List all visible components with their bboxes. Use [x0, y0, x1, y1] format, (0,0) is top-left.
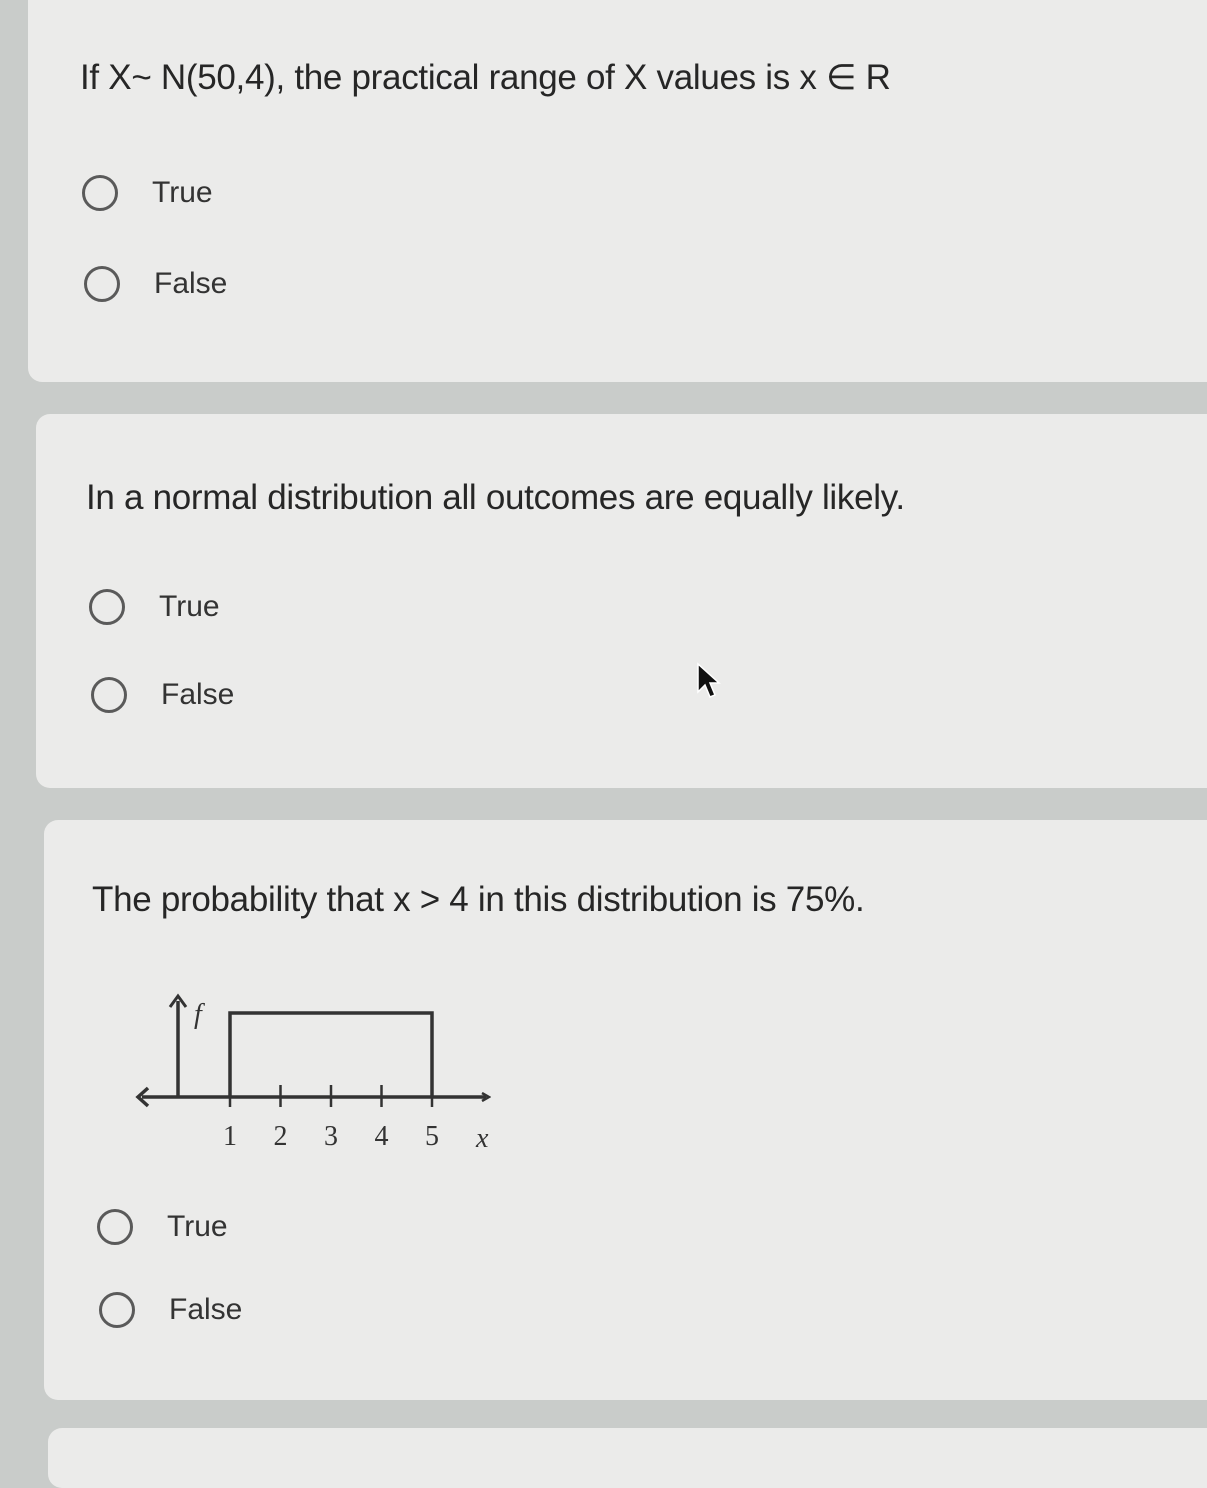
y-axis-label: f: [194, 999, 205, 1030]
question-1-option-true[interactable]: True: [82, 175, 213, 211]
radio-icon[interactable]: [89, 589, 125, 625]
radio-icon[interactable]: [91, 677, 127, 713]
question-2-option-false[interactable]: False: [91, 677, 234, 713]
option-label: False: [154, 267, 228, 300]
question-1-option-false[interactable]: False: [84, 266, 227, 302]
x-tick-label: 3: [324, 1121, 338, 1152]
density-line: [228, 1011, 434, 1097]
x-tick-label: 1: [223, 1121, 237, 1152]
question-3-option-false[interactable]: False: [99, 1292, 242, 1328]
radio-icon[interactable]: [99, 1292, 135, 1328]
arrow-cursor-icon: [697, 662, 721, 698]
radio-icon[interactable]: [84, 266, 120, 302]
radio-icon[interactable]: [97, 1209, 133, 1245]
question-2-option-true[interactable]: True: [89, 589, 220, 625]
question-2-text: In a normal distribution all outcomes ar…: [86, 478, 905, 517]
x-tick-label: 2: [274, 1121, 288, 1152]
radio-icon[interactable]: [82, 175, 118, 211]
question-3-option-true[interactable]: True: [97, 1209, 228, 1245]
x-axis-label: x: [475, 1123, 489, 1154]
question-card-4: [48, 1428, 1207, 1488]
x-tick-label: 5: [425, 1121, 439, 1152]
x-tick-label: 4: [375, 1121, 389, 1152]
question-3-text: The probability that x > 4 in this distr…: [92, 880, 865, 919]
x-ticks: 1 2 3 4 5: [223, 1085, 439, 1152]
option-label: True: [152, 176, 213, 209]
option-label: True: [159, 590, 220, 623]
uniform-distribution-chart: f 1 2 3 4 5 x: [135, 993, 510, 1154]
option-label: True: [167, 1210, 228, 1243]
question-1-text: If X~ N(50,4), the practical range of X …: [80, 58, 891, 97]
series: [228, 1011, 434, 1097]
option-label: False: [169, 1293, 243, 1326]
option-label: False: [161, 678, 235, 711]
